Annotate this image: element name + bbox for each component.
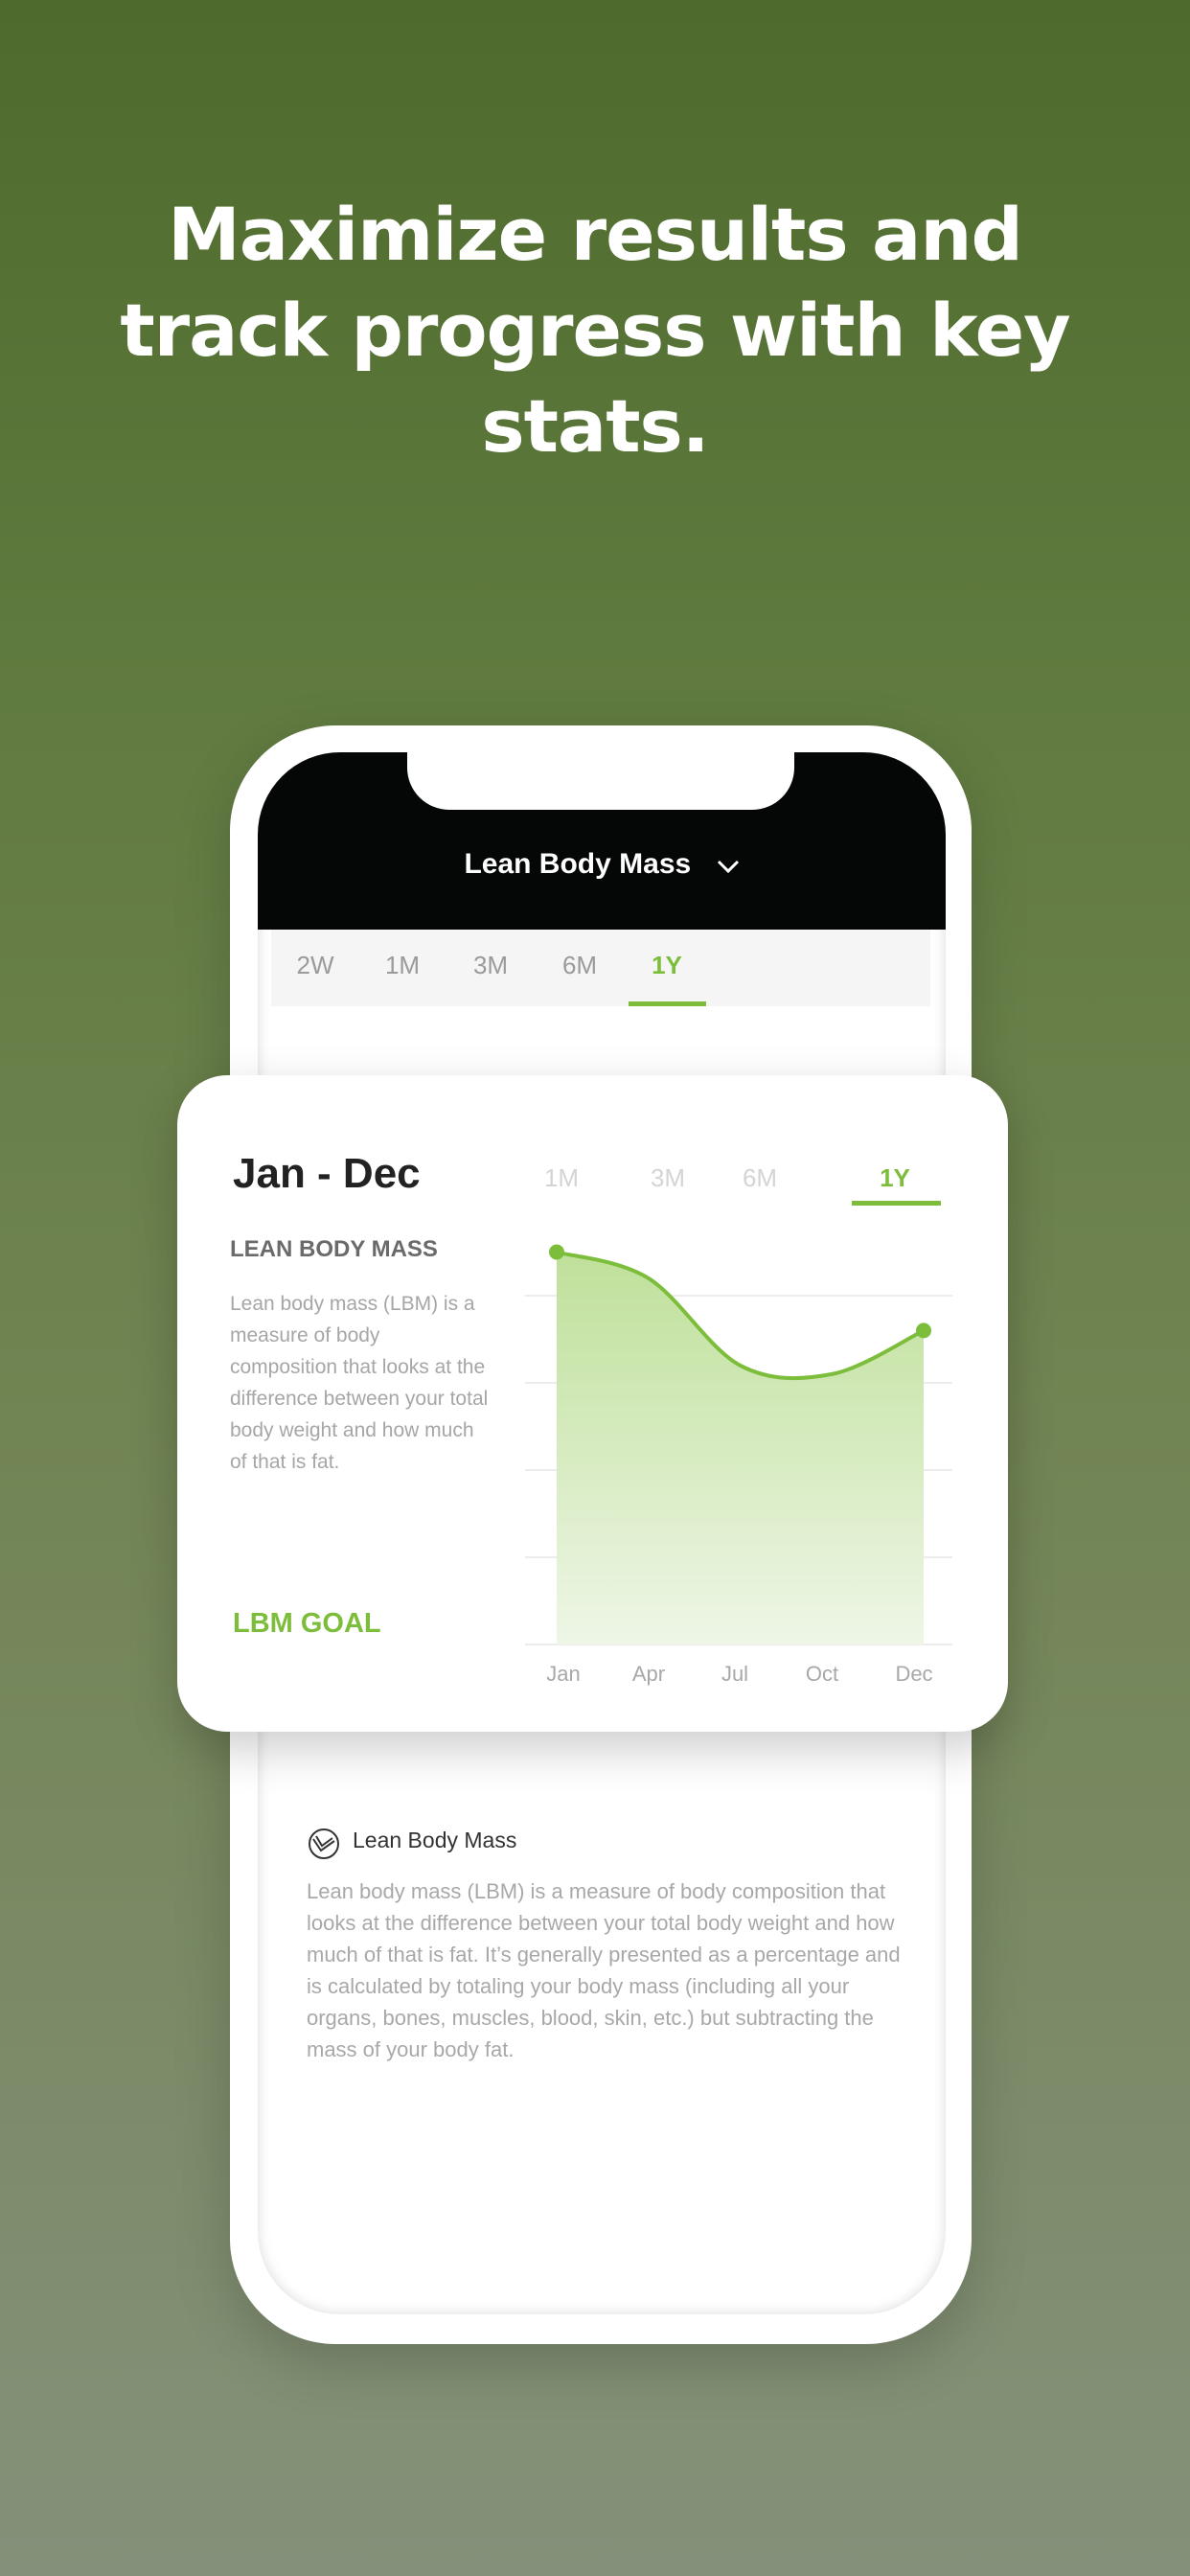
info-title: Lean Body Mass — [353, 1828, 517, 1852]
metric-title: Lean Body Mass — [464, 848, 692, 880]
tab-3m[interactable]: 3M — [473, 951, 508, 980]
stats-card: Jan - Dec 1M 3M 6M 1Y LEAN BODY MASS Lea… — [177, 1075, 1008, 1732]
data-point-dec — [916, 1322, 931, 1339]
notch — [407, 752, 794, 810]
x-tick-label: Jan — [546, 1662, 580, 1686]
x-tick-label: Oct — [806, 1662, 838, 1686]
headline-line: stats. — [481, 383, 709, 469]
x-tick-label: Dec — [895, 1662, 932, 1686]
lbm-chart: Jan Apr Jul Oct Dec — [525, 1244, 952, 1686]
top-bar: Lean Body Mass — [258, 752, 946, 930]
tab-2w[interactable]: 2W — [297, 951, 334, 980]
headline-line: track progress with key — [120, 288, 1070, 373]
range-tabs: 2W 1M 3M 6M 1Y — [271, 930, 930, 1006]
chevron-down-icon — [717, 849, 740, 882]
tab-6m[interactable]: 6M — [562, 951, 597, 980]
headline: Maximize results and track progress with… — [0, 187, 1190, 474]
data-point-jan — [549, 1244, 564, 1260]
tab-1m[interactable]: 1M — [385, 951, 420, 980]
x-tick-label: Apr — [632, 1662, 665, 1686]
metric-selector[interactable]: Lean Body Mass — [258, 848, 946, 882]
headline-line: Maximize results and — [168, 192, 1023, 277]
active-tab-indicator — [629, 1001, 706, 1006]
chart-area — [557, 1252, 924, 1644]
x-tick-label: Jul — [721, 1662, 748, 1686]
info-text: Lean body mass (LBM) is a measure of bod… — [307, 1879, 901, 2061]
tab-1y[interactable]: 1Y — [652, 951, 682, 980]
lean-body-mass-icon — [308, 1828, 340, 1865]
